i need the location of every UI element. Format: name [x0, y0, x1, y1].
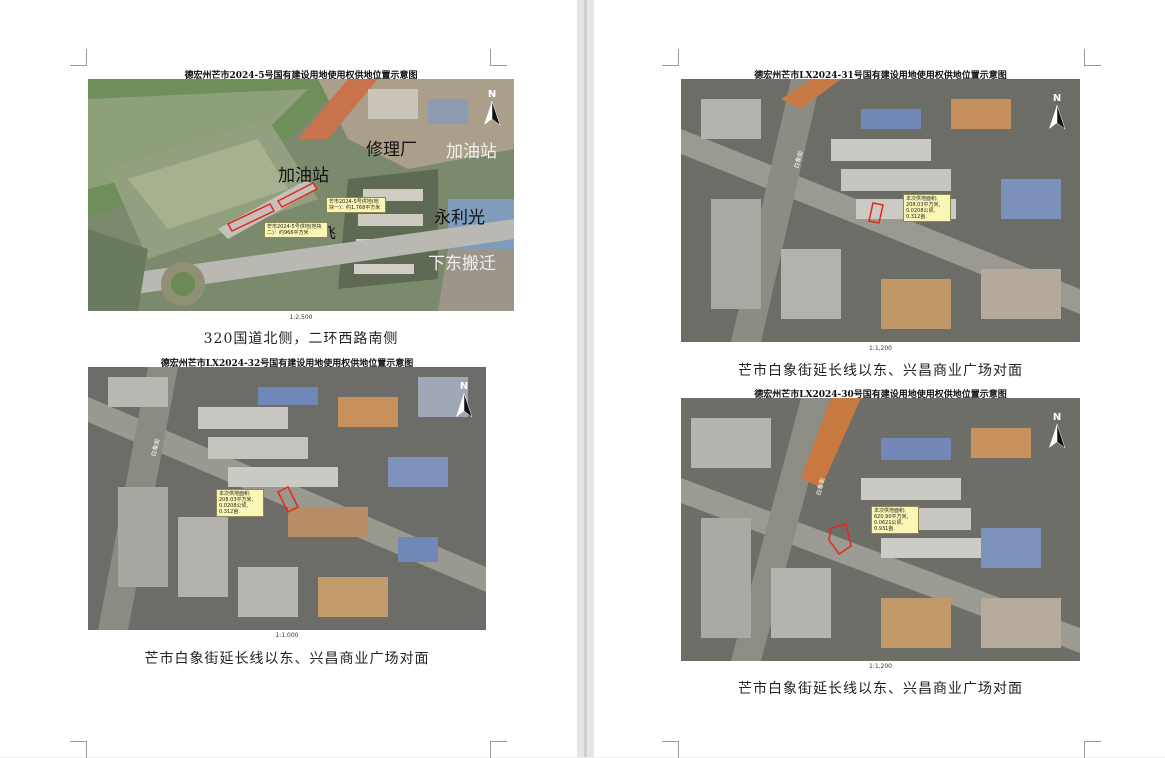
scale-label: 1:1,200 — [868, 663, 892, 670]
crop-mark — [490, 49, 507, 66]
map-label-yongli: 永利光 — [434, 208, 485, 228]
map-label-xiadong: 下东搬迁 — [428, 254, 496, 274]
map-label-repair-shop: 修理厂 — [366, 140, 417, 160]
figure-caption: 芒市白象街延长线以东、兴昌商业广场对面 — [738, 363, 1023, 379]
scale-label: 1:1,000 — [275, 632, 299, 639]
map-label-gas-station: 加油站 — [446, 142, 497, 162]
crop-mark — [70, 741, 87, 758]
page-divider — [584, 0, 587, 757]
aerial-map: 白象街 N 本次供地面积: 620.90平方米, 0.0621公顷, 0.931… — [681, 398, 1080, 661]
figure-caption: 芒市白象街延长线以东、兴昌商业广场对面 — [738, 681, 1023, 697]
scale-label: 1:2,500 — [289, 314, 313, 321]
crop-mark — [1084, 49, 1101, 66]
figure-caption: 320国道北侧，二环西路南侧 — [203, 331, 399, 347]
figure-caption: 芒市白象街延长线以东、兴昌商业广场对面 — [144, 651, 430, 667]
aerial-image — [88, 79, 514, 311]
aerial-map: 白象街 N 本次供地面积: 208.03平方米, 0.0208公顷, 0.312… — [88, 367, 486, 630]
map-label-gas-station: 加油站 — [278, 166, 329, 186]
north-arrow-icon: N — [1045, 412, 1069, 452]
crop-mark — [70, 49, 87, 66]
crop-mark — [490, 741, 507, 758]
left-page: 德宏州芒市2024-5号国有建设用地使用权供地位置示意图 N 加油站 修理厂 加… — [0, 0, 577, 758]
scale-label: 1:1,200 — [868, 345, 892, 352]
aerial-map: 白象街 N 本次供地面积: 208.03平方米, 0.0208公顷, 0.312… — [681, 79, 1080, 342]
crop-mark — [662, 741, 679, 758]
aerial-image — [681, 79, 1080, 342]
parcel-callout: 芒市2024-5号供地(地块二)：约966平方米 — [264, 222, 328, 238]
north-arrow-icon: N — [480, 89, 504, 129]
aerial-map: N 加油站 修理厂 加油站 永利光 下东搬迁 飞 芒市2024-5号供地(地块一… — [88, 79, 514, 311]
north-arrow-icon: N — [452, 381, 476, 421]
aerial-image — [88, 367, 486, 630]
crop-mark — [662, 49, 679, 66]
right-page: 德宏州芒市LX2024-31号国有建设用地使用权供地位置示意图 白象街 N 本次… — [594, 0, 1165, 758]
north-arrow-icon: N — [1045, 93, 1069, 133]
parcel-callout: 芒市2024-5号供地(地块一)：约1,768平方米 — [326, 197, 386, 213]
area-callout: 本次供地面积: 620.90平方米, 0.0621公顷, 0.931亩. — [871, 506, 919, 534]
area-callout: 本次供地面积: 208.03平方米, 0.0208公顷, 0.312亩. — [216, 489, 264, 517]
area-callout: 本次供地面积: 208.03平方米, 0.0208公顷, 0.312亩. — [903, 194, 951, 222]
crop-mark — [1084, 741, 1101, 758]
